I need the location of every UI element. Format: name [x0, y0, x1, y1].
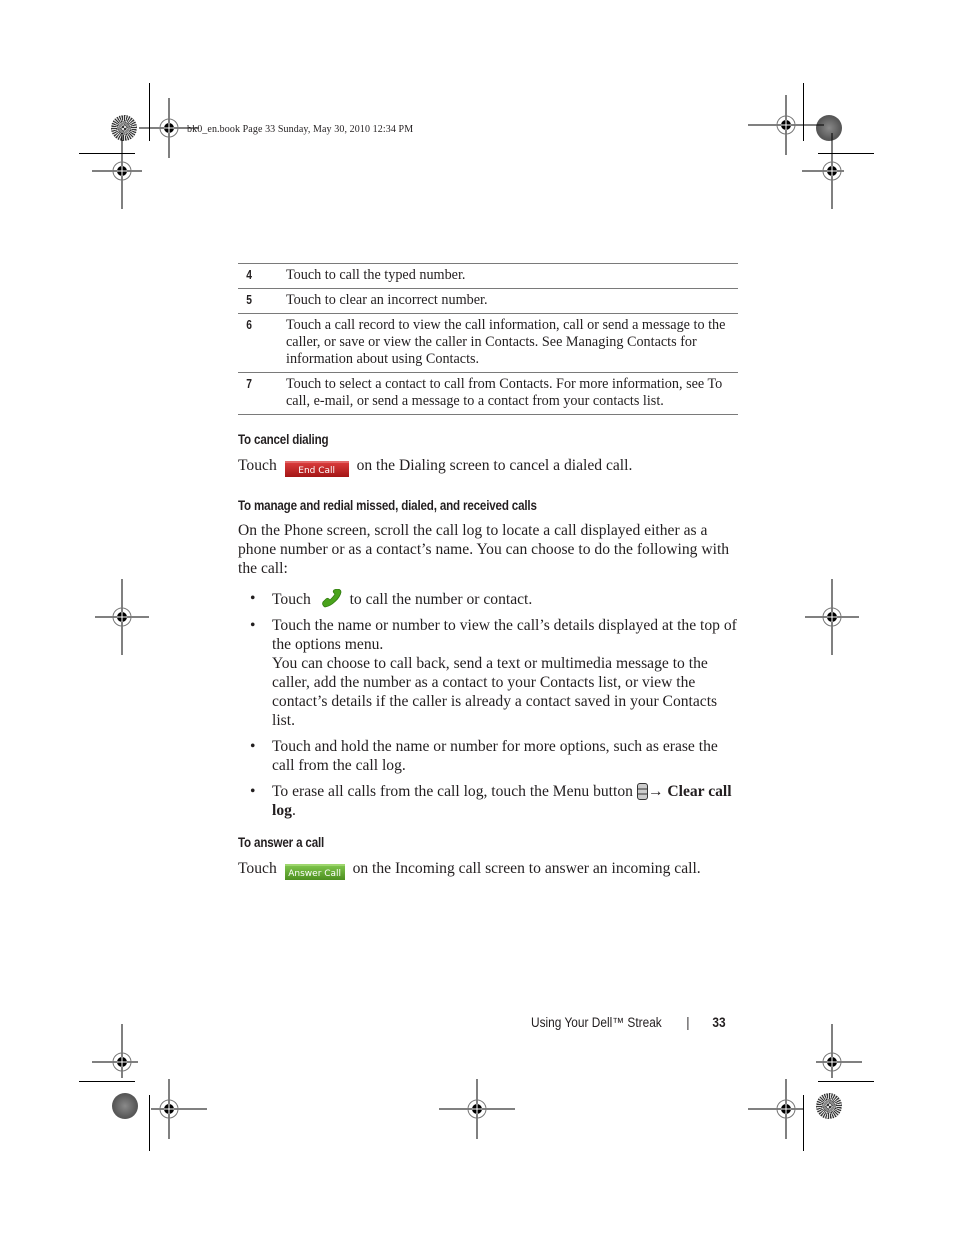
- text-fragment: Touch: [272, 591, 311, 608]
- star-target-icon: [816, 1093, 842, 1119]
- text-fragment: Touch the name or number to view the cal…: [272, 617, 737, 653]
- green-phone-handset-icon: [321, 589, 342, 608]
- text-fragment: on the Dialing screen to cancel a dialed…: [356, 457, 633, 474]
- callout-number: 7: [238, 372, 278, 415]
- registration-mark-icon: [748, 1079, 804, 1139]
- section-heading-answer-call: To answer a call: [238, 835, 325, 850]
- manage-calls-intro: On the Phone screen, scroll the call log…: [238, 522, 730, 577]
- cancel-dialing-paragraph: Touch End Call on the Dialing screen to …: [238, 456, 738, 477]
- registration-mark-icon: [151, 1079, 207, 1139]
- callout-number: 5: [238, 288, 278, 314]
- bullet: •: [250, 738, 256, 755]
- page-content: 4 Touch to call the typed number. 5 Touc…: [238, 263, 738, 880]
- arrow: →: [647, 783, 664, 800]
- table-row: 5 Touch to clear an incorrect number.: [238, 288, 738, 314]
- footer-separator: |: [686, 1015, 690, 1030]
- text-fragment: Touch: [238, 860, 277, 877]
- registration-mark-icon: [439, 1079, 515, 1139]
- list-item: • Touch and hold the name or number for …: [238, 737, 738, 775]
- callout-number: 6: [238, 313, 278, 373]
- menu-button-icon: [636, 783, 648, 800]
- manage-calls-options-list: • Touch to call the number or contact. •…: [238, 589, 738, 820]
- crop-line: [818, 1081, 874, 1082]
- footer-title: Using Your Dell™ Streak: [531, 1015, 662, 1030]
- list-item: • Touch to call the number or contact.: [238, 589, 738, 609]
- bullet: •: [250, 590, 256, 607]
- callout-description: Touch to call the typed number.: [286, 263, 738, 289]
- registration-mark-icon: [805, 579, 859, 655]
- callout-description: Touch to clear an incorrect number.: [286, 288, 738, 314]
- list-item: • Touch the name or number to view the c…: [238, 616, 738, 730]
- registration-mark-icon: [92, 133, 142, 209]
- callout-description: Touch a call record to view the call inf…: [286, 313, 738, 373]
- text-fragment: You can choose to call back, send a text…: [272, 655, 718, 729]
- callout-number: 4: [238, 263, 278, 289]
- crop-line: [803, 1095, 804, 1151]
- section-heading-manage-calls: To manage and redial missed, dialed, and…: [238, 498, 537, 513]
- text-fragment: on the Incoming call screen to answer an…: [352, 860, 701, 877]
- text-fragment: to call the number or contact.: [349, 591, 533, 608]
- registration-mark-icon: [802, 133, 844, 209]
- registration-mark-icon: [95, 579, 149, 655]
- text-fragment: Touch and hold the name or number for mo…: [272, 738, 718, 774]
- print-slug: bk0_en.book Page 33 Sunday, May 30, 2010…: [187, 124, 414, 135]
- answer-call-paragraph: Touch Answer Call on the Incoming call s…: [238, 859, 738, 880]
- list-item: • To erase all calls from the call log, …: [238, 782, 738, 820]
- text-fragment: .: [291, 802, 296, 819]
- table-row: 7 Touch to select a contact to call from…: [238, 372, 738, 415]
- table-row: 4 Touch to call the typed number.: [238, 263, 738, 289]
- crop-line: [79, 1081, 135, 1082]
- page-number: 33: [712, 1015, 726, 1030]
- bullet: •: [250, 783, 256, 800]
- table-row: 6 Touch a call record to view the call i…: [238, 313, 738, 373]
- section-heading-cancel-dialing: To cancel dialing: [238, 432, 329, 447]
- callout-legend-table: 4 Touch to call the typed number. 5 Touc…: [238, 263, 738, 415]
- answer-call-button-image: Answer Call: [284, 864, 345, 880]
- bullet: •: [250, 617, 256, 634]
- callout-description: Touch to select a contact to call from C…: [286, 372, 738, 415]
- text-fragment: Touch: [238, 457, 277, 474]
- text-fragment: To erase all calls from the call log, to…: [272, 783, 633, 800]
- page-footer: Using Your Dell™ Streak | 33: [531, 1015, 726, 1030]
- end-call-button-image: End Call: [284, 461, 349, 477]
